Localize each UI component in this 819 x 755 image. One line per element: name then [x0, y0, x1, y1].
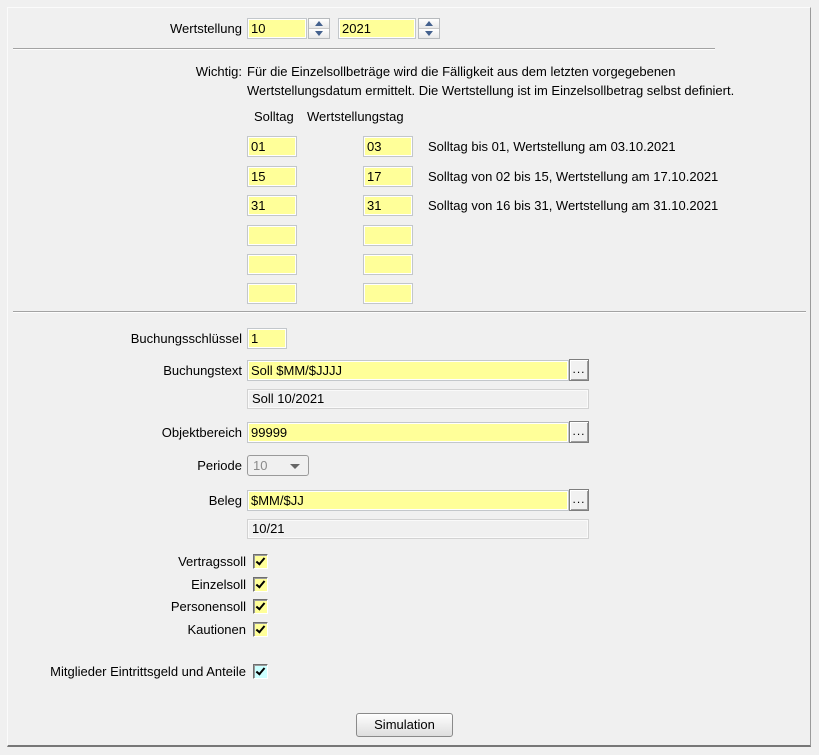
periode-dropdown[interactable]: 10 [247, 455, 309, 476]
wertstellungstag-column-header: Wertstellungstag [307, 109, 404, 124]
wichtig-text-line2: Wertstellungsdatum ermittelt. Die Wertst… [247, 81, 734, 100]
einzelsoll-checkbox[interactable] [253, 577, 268, 592]
objektbereich-input[interactable] [247, 422, 569, 443]
buchungstext-browse-button[interactable]: ... [569, 359, 589, 381]
wertstellung-label: Wertstellung [8, 18, 242, 39]
solltag-input-row4[interactable] [247, 225, 297, 246]
month-spin-up-button[interactable] [309, 19, 329, 28]
check-icon [256, 578, 266, 588]
separator-middle [13, 311, 806, 313]
buchungstext-label: Buchungstext [8, 360, 242, 381]
solltag-input-row6[interactable] [247, 283, 297, 304]
vertragssoll-label: Vertragssoll [8, 551, 246, 572]
wertstellungstag-input-row5[interactable] [363, 254, 413, 275]
periode-label: Periode [8, 455, 242, 476]
triangle-up-icon [425, 21, 433, 26]
kautionen-checkbox[interactable] [253, 622, 268, 637]
application-window: Wertstellung Wichtig: Für die Einzelsoll… [0, 0, 819, 755]
row3-note: Solltag von 16 bis 31, Wertstellung am 3… [428, 195, 718, 216]
wertstellungstag-input-row4[interactable] [363, 225, 413, 246]
year-spin-up-button[interactable] [419, 19, 439, 28]
beleg-browse-button[interactable]: ... [569, 489, 589, 511]
wertstellung-year-input[interactable] [338, 18, 416, 39]
buchungstext-input[interactable] [247, 360, 569, 381]
mitglieder-checkbox[interactable] [253, 664, 268, 679]
check-icon [256, 665, 266, 675]
beleg-preview: 10/21 [247, 519, 589, 539]
objektbereich-browse-button[interactable]: ... [569, 421, 589, 443]
row1-note: Solltag bis 01, Wertstellung am 03.10.20… [428, 136, 676, 157]
triangle-down-icon [425, 31, 433, 36]
separator-top [13, 48, 715, 50]
solltag-input-row1[interactable] [247, 136, 297, 157]
mitglieder-label: Mitglieder Eintrittsgeld und Anteile [8, 661, 246, 682]
wertstellungstag-input-row2[interactable] [363, 166, 413, 187]
solltag-input-row2[interactable] [247, 166, 297, 187]
wertstellungstag-input-row6[interactable] [363, 283, 413, 304]
kautionen-label: Kautionen [8, 619, 246, 640]
solltag-input-row5[interactable] [247, 254, 297, 275]
buchungstext-preview: Soll 10/2021 [247, 389, 589, 409]
wichtig-label: Wichtig: [8, 62, 242, 81]
beleg-input[interactable] [247, 490, 569, 511]
row2-note: Solltag von 02 bis 15, Wertstellung am 1… [428, 166, 718, 187]
einzelsoll-label: Einzelsoll [8, 574, 246, 595]
wertstellungstag-input-row3[interactable] [363, 195, 413, 216]
vertragssoll-checkbox[interactable] [253, 554, 268, 569]
buchungsschluessel-input[interactable] [247, 328, 287, 349]
triangle-down-icon [315, 31, 323, 36]
solltag-column-header: Solltag [254, 109, 294, 124]
simulation-button[interactable]: Simulation [356, 713, 453, 737]
year-spin-down-button[interactable] [419, 28, 439, 38]
beleg-label: Beleg [8, 490, 242, 511]
periode-value: 10 [253, 458, 267, 473]
objektbereich-label: Objektbereich [8, 422, 242, 443]
check-icon [256, 555, 266, 565]
wertstellung-month-spinner [308, 18, 330, 39]
personensoll-checkbox[interactable] [253, 599, 268, 614]
form-panel: Wertstellung Wichtig: Für die Einzelsoll… [7, 7, 811, 747]
wertstellung-month-input[interactable] [247, 18, 307, 39]
chevron-down-icon [290, 464, 300, 469]
check-icon [256, 623, 266, 633]
wichtig-text-line1: Für die Einzelsollbeträge wird die Fälli… [247, 62, 676, 81]
solltag-input-row3[interactable] [247, 195, 297, 216]
month-spin-down-button[interactable] [309, 28, 329, 38]
wertstellungstag-input-row1[interactable] [363, 136, 413, 157]
buchungsschluessel-label: Buchungsschlüssel [8, 328, 242, 349]
wertstellung-year-spinner [418, 18, 440, 39]
personensoll-label: Personensoll [8, 596, 246, 617]
triangle-up-icon [315, 21, 323, 26]
check-icon [256, 600, 266, 610]
